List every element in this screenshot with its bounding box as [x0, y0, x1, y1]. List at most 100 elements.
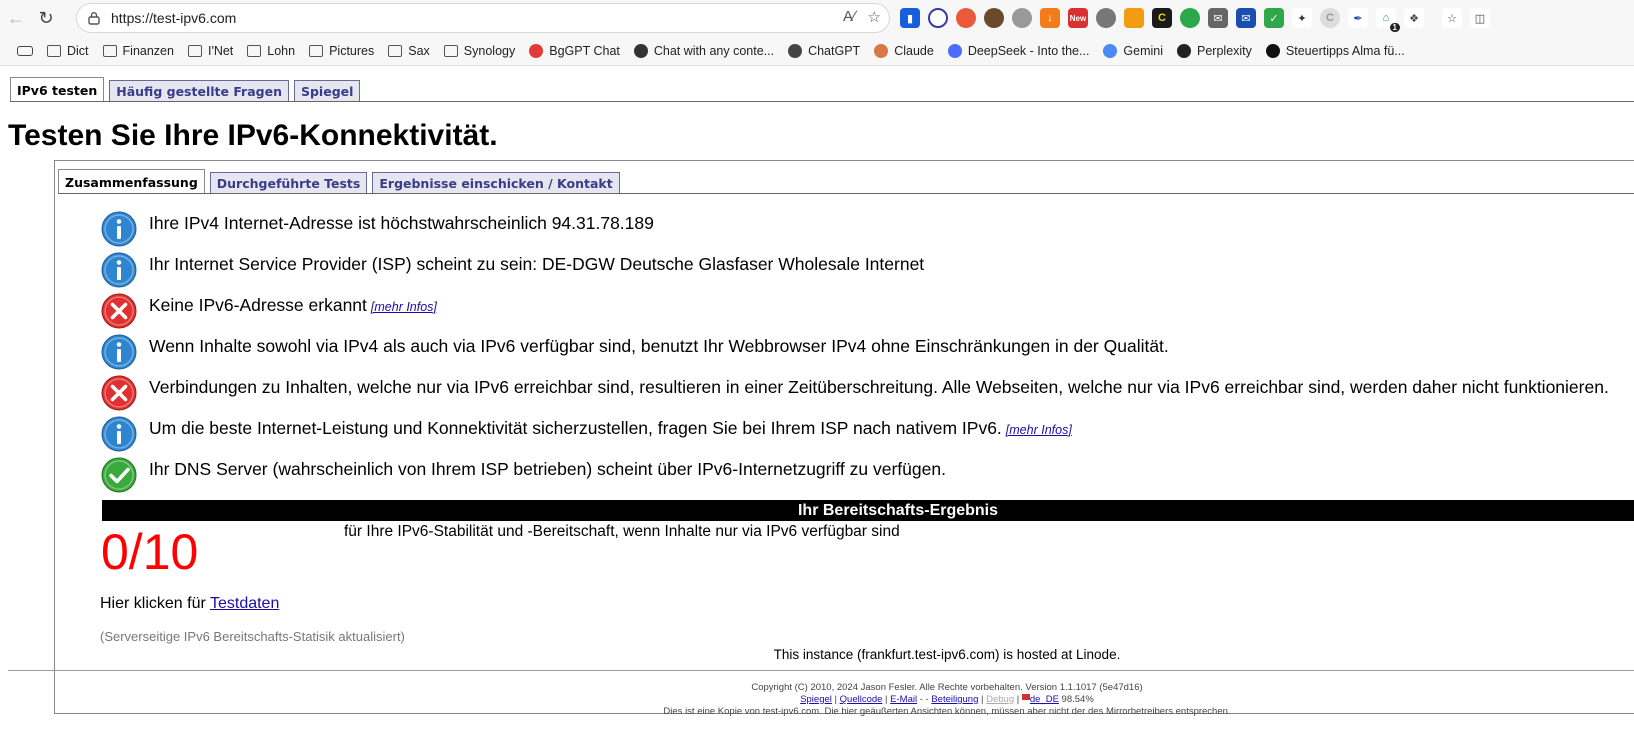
collections-icon[interactable]: ◫	[1470, 8, 1490, 28]
result-text-wrap: Ihr DNS Server (wahrscheinlich von Ihrem…	[149, 457, 946, 480]
bookmark-item[interactable]: Pictures	[302, 39, 381, 63]
c-gray-icon[interactable]: C	[1320, 8, 1340, 28]
steuertipps-icon	[1265, 43, 1280, 58]
bookmark-item[interactable]: Perplexity	[1170, 39, 1259, 63]
bookmark-item[interactable]: I'Net	[181, 39, 240, 63]
bookmark-item[interactable]: Finanzen	[96, 39, 181, 63]
result-row: Um die beste Internet-Leistung und Konne…	[101, 416, 1634, 457]
new-ext-icon[interactable]: New	[1068, 8, 1088, 28]
bookmark-item[interactable]: Claude	[867, 39, 941, 63]
footer-locale-link[interactable]: de_DE	[1030, 694, 1059, 705]
bookmark-item[interactable]: Gemini	[1096, 39, 1170, 63]
bookmark-label: Perplexity	[1197, 43, 1252, 58]
result-text: Um die beste Internet-Leistung und Konne…	[149, 418, 1002, 438]
bookmarks-bar: Dict Finanzen I'Net Lohn Pictures Sax Synology…	[0, 36, 1634, 66]
bookmark-item[interactable]: Lohn	[240, 39, 302, 63]
address-bar[interactable]: https://test-ipv6.com A∕ ☆	[76, 3, 890, 33]
testdata-link[interactable]: Testdaten	[210, 595, 279, 612]
shield-ext-icon[interactable]	[956, 8, 976, 28]
deepseek-icon	[947, 43, 962, 58]
footer-divider	[8, 670, 1634, 671]
footer-source-link[interactable]: Quellcode	[840, 694, 883, 705]
checkmark-icon	[101, 457, 137, 493]
target-icon[interactable]	[928, 8, 948, 28]
feather-ext-icon[interactable]: ✒	[1348, 8, 1368, 28]
chatgpt-icon	[788, 43, 803, 58]
inner-tab-0[interactable]: Zusammenfassung	[58, 169, 205, 194]
bookmark-item[interactable]: Steuertipps Alma fü...	[1259, 39, 1412, 63]
bookmark-label: Sax	[408, 43, 430, 58]
bookmark-item[interactable]: DeepSeek - Into the...	[941, 39, 1097, 63]
page-title: Testen Sie Ihre IPv6-Konnektivität.	[8, 119, 498, 152]
result-text-wrap: Wenn Inhalte sowohl via IPv4 als auch vi…	[149, 334, 1169, 357]
chat-ext-icon[interactable]	[1180, 8, 1200, 28]
folder-icon	[309, 44, 324, 57]
browser-toolbar: ← ↻ https://test-ipv6.com A∕ ☆ ▮ ↓ New C…	[0, 0, 1634, 36]
result-text-wrap: Ihre IPv4 Internet-Adresse ist höchstwah…	[149, 211, 654, 234]
result-text-wrap: Um die beste Internet-Leistung und Konne…	[149, 416, 1072, 439]
bookmark-item[interactable]: Synology	[437, 39, 522, 63]
error-icon	[101, 375, 137, 411]
read-aloud-icon[interactable]: A∕	[843, 8, 856, 26]
stats-note: (Serverseitige IPv6 Bereitschafts-Statis…	[100, 629, 405, 644]
gear-ext-icon[interactable]	[1012, 8, 1032, 28]
result-text: Wenn Inhalte sowohl via IPv4 als auch vi…	[149, 336, 1169, 356]
inner-tab-1[interactable]: Durchgeführte Tests	[209, 172, 368, 194]
folder-icon	[187, 44, 202, 57]
heart-ext-icon[interactable]	[1096, 8, 1116, 28]
result-row: Ihre IPv4 Internet-Adresse ist höchstwah…	[101, 211, 1634, 252]
extensions-puzzle-icon[interactable]: ❖	[1404, 8, 1424, 28]
folder-icon	[47, 44, 61, 57]
sparkle-ext-icon[interactable]: ✦	[1292, 8, 1312, 28]
footer-debug-link[interactable]: Debug	[986, 694, 1014, 705]
home-ext-icon[interactable]: ⌂ 1	[1376, 8, 1400, 32]
puzzle-orange-icon[interactable]	[1124, 8, 1144, 28]
back-icon[interactable]: ←	[2, 4, 30, 32]
inner-tab-2[interactable]: Ergebnisse einschicken / Kontakt	[372, 172, 620, 194]
bggpt-icon	[529, 43, 544, 58]
favorite-star-icon[interactable]: ☆	[868, 8, 881, 26]
bitwarden-icon[interactable]: ▮	[900, 8, 920, 28]
reload-icon[interactable]: ↻	[32, 4, 60, 32]
perplexity-icon	[1177, 43, 1192, 58]
footer-links: Spiegel | Quellcode | E-Mail - - Beteili…	[800, 694, 1094, 705]
reading-list-icon	[17, 45, 33, 56]
top-tab-1[interactable]: Häufig gestellte Fragen	[109, 80, 289, 102]
folder-icon	[443, 44, 458, 57]
bookmark-item[interactable]: BgGPT Chat	[522, 39, 627, 63]
mail-ext-icon[interactable]: ✉	[1208, 8, 1228, 28]
testdata-line: Hier klicken für Testdaten	[100, 595, 279, 613]
bookmark-label: ChatGPT	[808, 43, 861, 58]
footer: Copyright (C) 2010, 2024 Jason Fesler. A…	[0, 682, 1634, 718]
results-list: Ihre IPv4 Internet-Adresse ist höchstwah…	[101, 211, 1634, 498]
result-text: Ihr DNS Server (wahrscheinlich von Ihrem…	[149, 459, 946, 479]
top-tab-2[interactable]: Spiegel	[293, 80, 361, 102]
result-text-wrap: Keine IPv6-Adresse erkannt [mehr Infos]	[149, 293, 437, 316]
shield-green-icon[interactable]: ✓	[1264, 8, 1284, 28]
url-text[interactable]: https://test-ipv6.com	[111, 10, 236, 26]
top-tab-0[interactable]: IPv6 testen	[10, 77, 105, 102]
footer-copyright: Copyright (C) 2010, 2024 Jason Fesler. A…	[751, 682, 1143, 693]
footer-email-link[interactable]: E-Mail	[890, 694, 917, 705]
favorites-list-icon[interactable]: ☆	[1442, 8, 1462, 28]
page: IPv6 testen Häufig gestellte Fragen Spiege…	[0, 67, 1634, 740]
bookmark-item[interactable]: ChatGPT	[781, 39, 867, 63]
result-row: Keine IPv6-Adresse erkannt [mehr Infos]	[101, 293, 1634, 334]
folder-icon	[102, 44, 117, 57]
footer-participation-link[interactable]: Beteiligung	[931, 694, 978, 705]
bookmark-item[interactable]: Sax	[381, 39, 437, 63]
bookmark-reading-list[interactable]	[10, 39, 40, 63]
bookmark-item[interactable]: Dict	[40, 39, 96, 63]
bookmark-label: Pictures	[329, 43, 375, 58]
c-ext-icon[interactable]: C	[1152, 8, 1172, 28]
more-info-link[interactable]: [mehr Infos]	[371, 300, 437, 314]
monkey-icon[interactable]	[984, 8, 1004, 28]
mail-blue-icon[interactable]: ✉	[1236, 8, 1256, 28]
download-ext-icon[interactable]: ↓	[1040, 8, 1060, 28]
bookmark-label: DeepSeek - Into the...	[967, 43, 1090, 58]
bookmark-item[interactable]: Chat with any conte...	[627, 39, 781, 63]
more-info-link[interactable]: [mehr Infos]	[1006, 423, 1072, 437]
footer-mirror-link[interactable]: Spiegel	[800, 694, 832, 705]
bookmark-label: BgGPT Chat	[549, 43, 620, 58]
folder-icon	[388, 44, 403, 57]
